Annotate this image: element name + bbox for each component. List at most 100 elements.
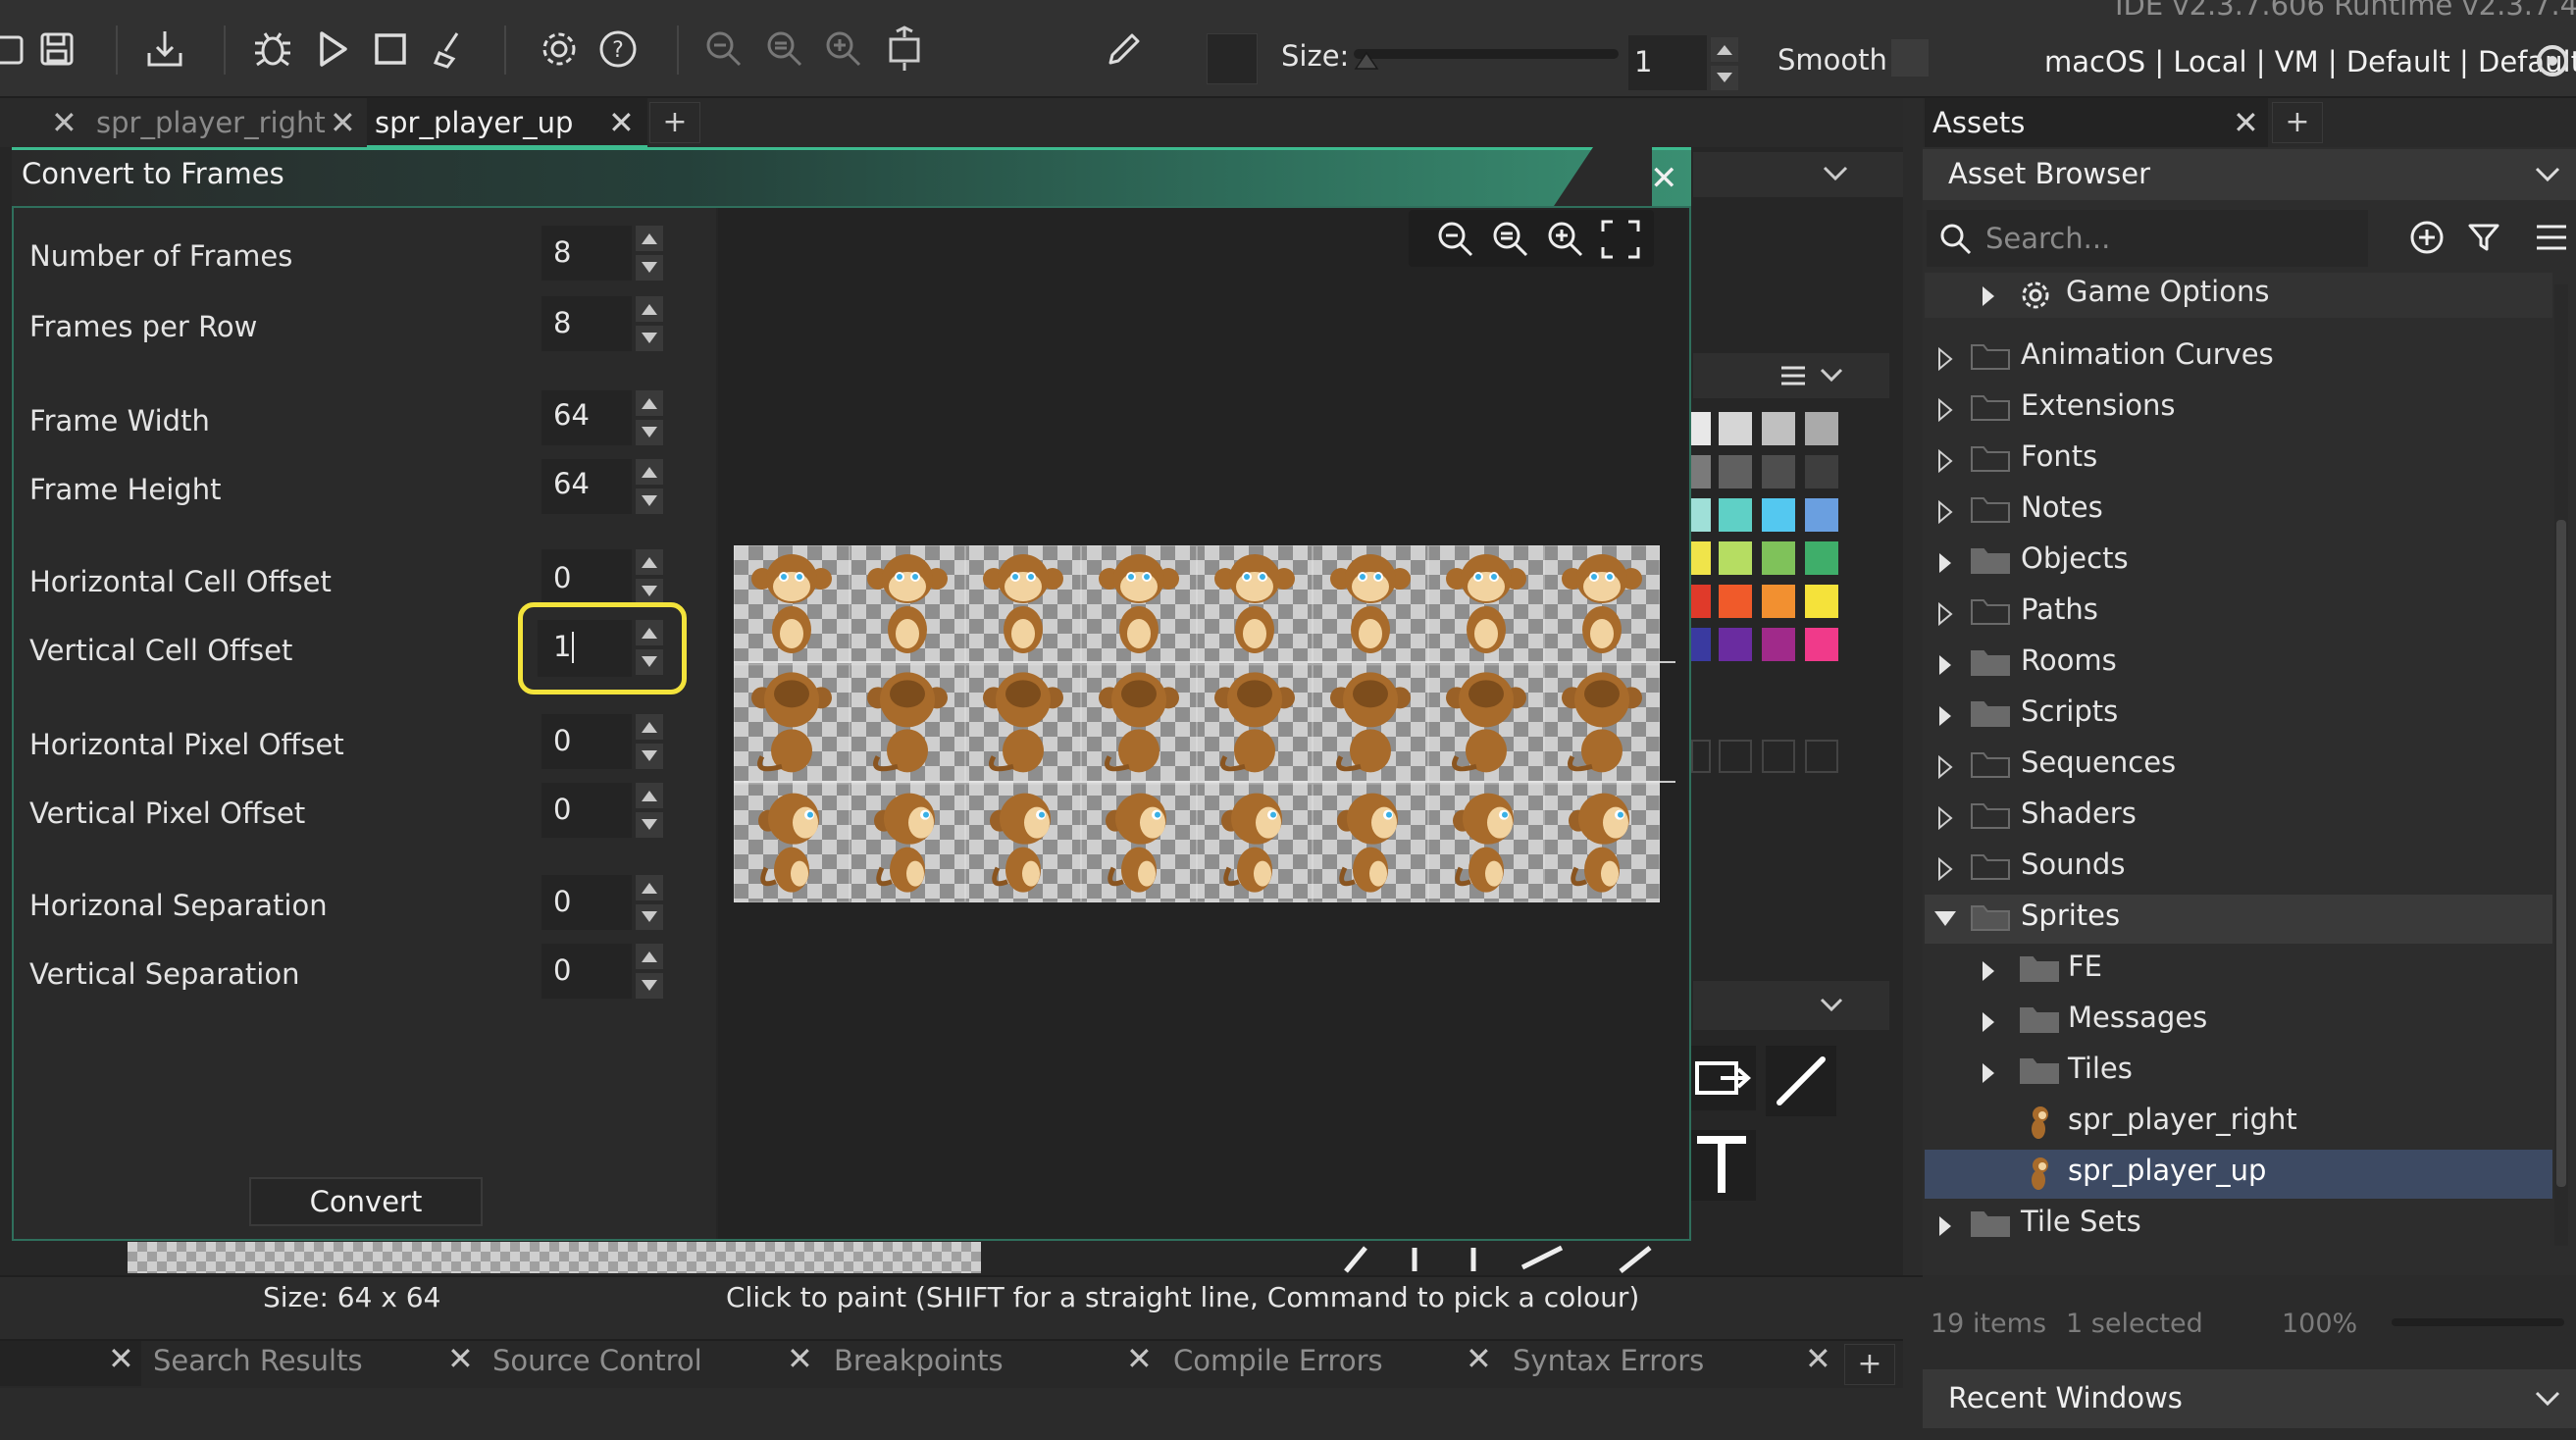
debug-icon[interactable] <box>245 22 300 77</box>
chevron-down-icon[interactable] <box>2533 1389 2562 1409</box>
canvas-strip[interactable] <box>128 1242 981 1273</box>
collapse-arrow-icon[interactable] <box>1932 908 1958 928</box>
tab-compile-errors[interactable]: Compile Errors <box>1173 1344 1383 1377</box>
spinner-icon[interactable] <box>636 296 663 351</box>
zoom-reset-icon[interactable] <box>1489 218 1532 261</box>
asset-search-input[interactable]: Search... <box>1927 210 2368 267</box>
tree-row-shaders[interactable]: Shaders <box>1925 795 2552 840</box>
tab-source-control[interactable]: Source Control <box>492 1344 702 1377</box>
chevron-down-icon[interactable] <box>1819 367 1844 385</box>
settings-icon[interactable] <box>532 22 587 77</box>
tree-row-messages[interactable]: Messages <box>1925 999 2552 1044</box>
tab-close-icon[interactable]: ✕ <box>1126 1340 1153 1377</box>
tab-close-icon[interactable]: ✕ <box>1805 1340 1831 1377</box>
tree-row-notes[interactable]: Notes <box>1925 489 2552 534</box>
tree-row-sounds[interactable]: Sounds <box>1925 846 2552 891</box>
tab-syntax-errors[interactable]: Syntax Errors <box>1513 1344 1704 1377</box>
expand-arrow-icon[interactable] <box>1936 347 1954 371</box>
stop-icon[interactable] <box>363 22 418 77</box>
expand-arrow-icon[interactable] <box>1936 806 1954 830</box>
expand-arrow-icon[interactable] <box>1936 449 1954 473</box>
spinner-icon[interactable] <box>636 459 663 514</box>
tab-spr-player-up-active[interactable]: spr_player_up ✕ <box>367 98 647 147</box>
spinner-icon[interactable] <box>636 390 663 445</box>
menu-icon[interactable] <box>1779 365 1807 386</box>
spinner-icon[interactable] <box>636 783 663 838</box>
spinner-icon[interactable] <box>636 944 663 999</box>
help-icon[interactable]: ? <box>591 22 645 77</box>
asset-zoom-slider[interactable] <box>2392 1318 2564 1326</box>
tree-row-spr-player-up-selected[interactable]: spr_player_up <box>1925 1150 2552 1199</box>
chevron-down-icon[interactable] <box>1821 164 1850 183</box>
fullscreen-icon[interactable] <box>1599 218 1642 261</box>
tab-close-icon[interactable]: ✕ <box>1466 1340 1492 1377</box>
expand-arrow-icon[interactable] <box>1936 1214 1954 1238</box>
expand-arrow-icon[interactable] <box>1936 704 1954 728</box>
new-tab-button[interactable]: + <box>649 102 700 143</box>
expand-arrow-icon[interactable] <box>1980 959 1997 983</box>
clean-icon[interactable] <box>424 22 479 77</box>
assets-tab[interactable]: Assets ✕ <box>1925 98 2268 147</box>
expand-arrow-icon[interactable] <box>1936 602 1954 626</box>
save-icon[interactable] <box>29 22 84 77</box>
tab-close-icon[interactable]: ✕ <box>108 1340 134 1377</box>
pencil-icon[interactable] <box>1097 22 1152 77</box>
tab-close-icon[interactable]: ✕ <box>330 98 356 147</box>
spinner-icon[interactable] <box>636 714 663 769</box>
recent-windows-header[interactable]: Recent Windows <box>1923 1369 2576 1428</box>
target-gear-icon[interactable] <box>2531 39 2574 82</box>
tree-row-paths[interactable]: Paths <box>1925 591 2552 636</box>
convert-button[interactable]: Convert <box>249 1177 483 1226</box>
expand-arrow-icon[interactable] <box>1980 1010 1997 1034</box>
line-tool-icon[interactable] <box>1766 1046 1836 1116</box>
asset-browser-header[interactable]: Asset Browser <box>1923 149 2576 200</box>
color-swatch[interactable] <box>1207 33 1258 84</box>
tree-row-rooms[interactable]: Rooms <box>1925 642 2552 687</box>
tree-row-fe[interactable]: FE <box>1925 948 2552 993</box>
tab-close-icon[interactable]: ✕ <box>51 98 77 147</box>
menu-icon[interactable] <box>2535 222 2568 253</box>
tree-row-sprites[interactable]: Sprites <box>1925 895 2552 944</box>
new-tab-button[interactable]: + <box>2272 102 2323 143</box>
zoom-in-icon[interactable] <box>1544 218 1587 261</box>
expand-arrow-icon[interactable] <box>1980 1061 1997 1085</box>
tree-row-objects[interactable]: Objects <box>1925 540 2552 585</box>
spinner-icon[interactable] <box>636 549 663 604</box>
tab-close-icon[interactable]: ✕ <box>608 98 635 147</box>
tab-spr-player-right[interactable]: spr_player_right <box>96 98 326 147</box>
zoom-out-icon[interactable] <box>1434 218 1477 261</box>
tab-close-icon[interactable]: ✕ <box>2233 98 2259 147</box>
tree-row-tile-sets[interactable]: Tile Sets <box>1925 1203 2552 1248</box>
tree-row-extensions[interactable]: Extensions <box>1925 386 2552 432</box>
smooth-checkbox[interactable] <box>1891 39 1929 77</box>
size-spinner[interactable] <box>1711 37 1738 90</box>
slider-thumb-icon[interactable] <box>1354 51 1379 71</box>
spinner-icon[interactable] <box>636 875 663 930</box>
tab-breakpoints[interactable]: Breakpoints <box>834 1344 1004 1377</box>
tree-row-animation-curves[interactable]: Animation Curves <box>1925 335 2552 381</box>
zoom-in-icon[interactable] <box>816 22 871 77</box>
asset-scrollbar[interactable] <box>2554 284 2568 1246</box>
tree-row-tiles[interactable]: Tiles <box>1925 1050 2552 1095</box>
tree-row-game-options[interactable]: Game Options <box>1925 273 2552 318</box>
expand-arrow-icon[interactable] <box>1936 653 1954 677</box>
zoom-out-icon[interactable] <box>696 22 751 77</box>
expand-arrow-icon[interactable] <box>1936 857 1954 881</box>
zoom-reset-icon[interactable] <box>757 22 812 77</box>
expand-arrow-icon[interactable] <box>1936 500 1954 524</box>
fit-icon[interactable] <box>877 22 932 77</box>
new-tab-button[interactable]: + <box>1844 1344 1895 1385</box>
play-icon[interactable] <box>304 22 359 77</box>
tree-row-spr-player-right[interactable]: spr_player_right <box>1925 1101 2552 1146</box>
tab-close-icon[interactable]: ✕ <box>447 1340 474 1377</box>
size-input[interactable]: 1 <box>1628 35 1707 90</box>
chevron-down-icon[interactable] <box>1819 997 1844 1014</box>
target-config[interactable]: macOS | Local | VM | Default | Default <box>2044 45 2576 78</box>
expand-arrow-icon[interactable] <box>1936 755 1954 779</box>
spinner-icon[interactable] <box>636 226 663 281</box>
expand-arrow-icon[interactable] <box>1936 398 1954 422</box>
tree-row-scripts[interactable]: Scripts <box>1925 693 2552 738</box>
scrollbar-thumb[interactable] <box>2556 520 2566 1187</box>
import-tool-icon[interactable] <box>1691 1046 1756 1110</box>
size-slider[interactable] <box>1354 49 1619 70</box>
